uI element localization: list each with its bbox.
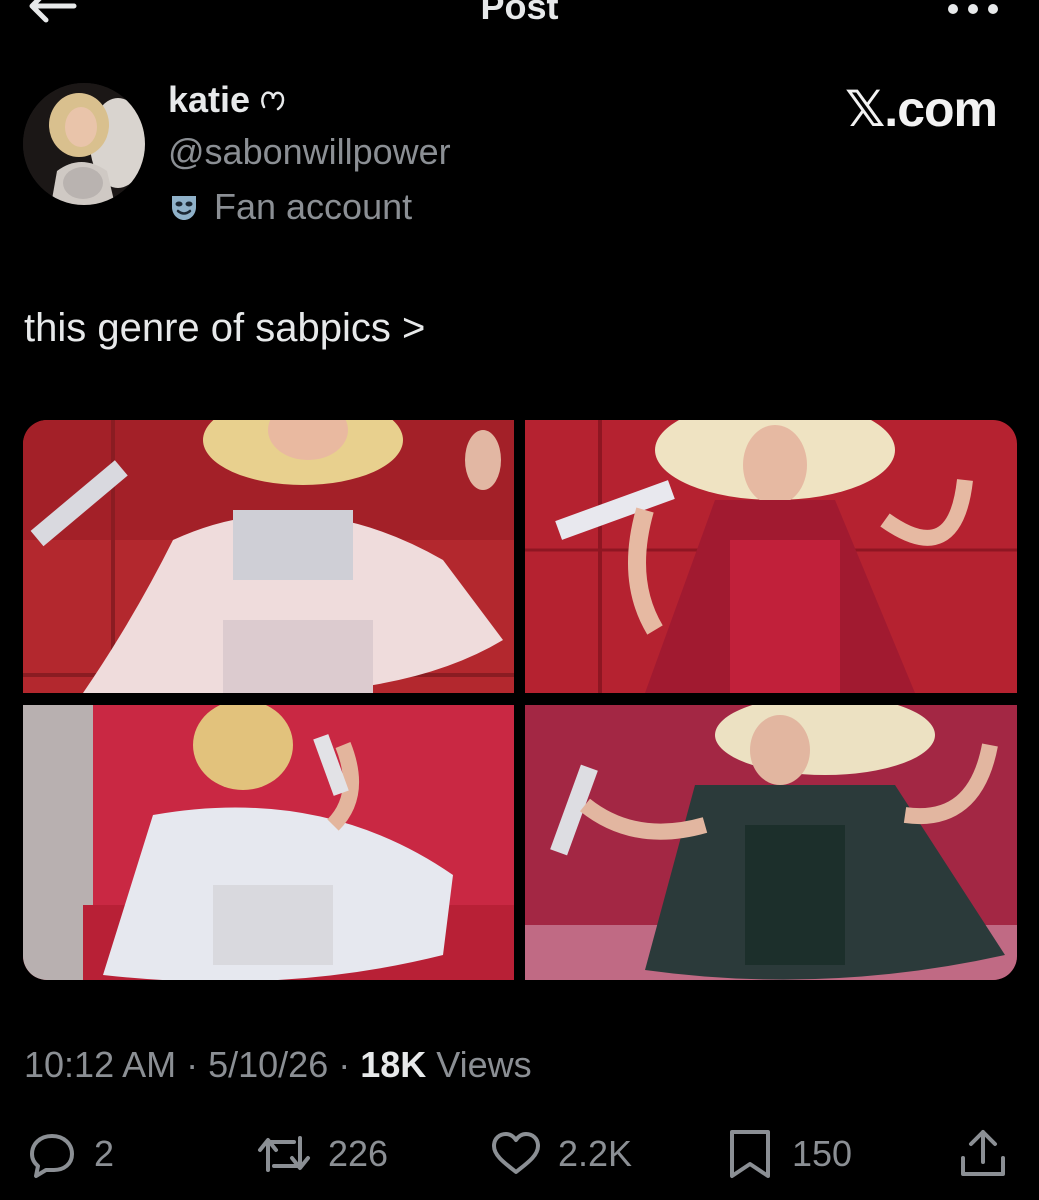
mask-icon [172,196,196,220]
photo-3[interactable] [23,705,514,980]
action-bar: 2 226 2.2K 150 [0,1120,1039,1190]
bookmark-count: 150 [792,1133,853,1174]
share-icon [961,1130,1005,1176]
repost-icon [258,1136,310,1172]
account-label: Fan account [168,186,412,228]
meta-separator: · [328,1044,361,1085]
views-label: Views [436,1044,532,1085]
photo-4[interactable] [525,705,1017,980]
reply-icon [30,1134,74,1178]
media-grid [23,420,1017,980]
post-date: 5/10/26 [208,1044,329,1085]
bookmark-icon [730,1130,770,1178]
photo-2[interactable] [525,420,1017,693]
heart-outline-icon [261,91,285,111]
post-text: this genre of sabpics > [24,306,426,350]
repost-button[interactable]: 226 [254,1126,388,1182]
like-button[interactable]: 2.2K [488,1126,632,1182]
bookmark-button[interactable]: 150 [722,1126,852,1182]
heart-icon [492,1132,540,1174]
repost-count: 226 [328,1133,389,1174]
avatar[interactable] [23,83,145,205]
more-options-button[interactable] [943,0,1003,24]
watermark: 𝕏.com [845,81,998,137]
views-count: 18K [360,1044,427,1085]
like-count: 2.2K [558,1133,633,1174]
reply-button[interactable]: 2 [24,1126,114,1182]
meta-separator: · [176,1044,209,1085]
photo-1[interactable] [23,420,514,693]
share-button[interactable] [955,1126,1011,1182]
account-label-text: Fan account [214,186,413,227]
post-time: 10:12 AM [24,1044,177,1085]
author-handle[interactable]: @sabonwillpower [168,131,451,173]
page-title: Post [480,0,559,27]
post-meta: 10:12 AM · 5/10/26 · 18K Views [24,1044,532,1086]
top-bar: Post [0,0,1039,40]
author-name[interactable]: katie [168,79,288,121]
more-dots-icon [948,4,998,14]
reply-count: 2 [94,1133,115,1174]
display-name-text: katie [168,79,251,120]
